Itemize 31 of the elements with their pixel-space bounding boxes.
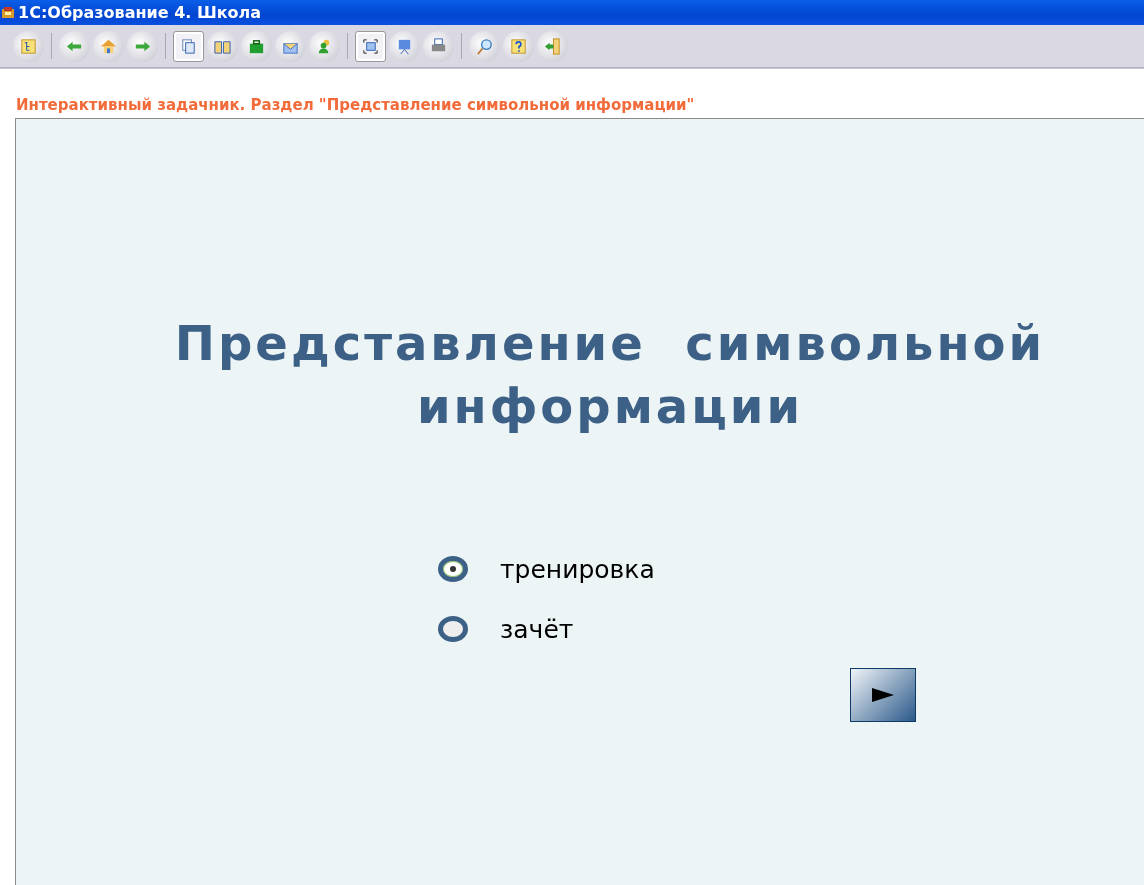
mode-label: тренировка: [500, 554, 655, 584]
search-icon: [475, 36, 494, 56]
slide-title: Представление символьной: [174, 314, 1046, 373]
document-icon: [179, 36, 198, 56]
toolbar-button[interactable]: [241, 30, 272, 62]
radio-button[interactable]: [438, 556, 468, 582]
toolbar-button[interactable]: [389, 30, 420, 62]
toolbar-button[interactable]: [59, 30, 90, 62]
help-icon: [509, 36, 528, 56]
mode-label: зачёт: [500, 614, 574, 644]
radio-button[interactable]: [438, 616, 468, 642]
toolbar-button[interactable]: [469, 30, 500, 62]
section-heading: Интерактивный задачник. Раздел "Представление символьной информации": [16, 96, 696, 116]
toolbar-button[interactable]: [423, 30, 454, 62]
toolbar-button[interactable]: [207, 30, 238, 62]
toolbar-button[interactable]: [93, 30, 124, 62]
toolbar-button[interactable]: [275, 30, 306, 62]
toolbar-button[interactable]: [503, 30, 534, 62]
toolbar-button[interactable]: [309, 30, 340, 62]
window-title: 1С:Образование 4. Школа: [18, 3, 262, 22]
door-arrow-icon: [543, 36, 562, 56]
slide-title: информации: [416, 377, 804, 436]
toolbar-button[interactable]: [537, 30, 568, 62]
toolbar-button[interactable]: [355, 30, 386, 62]
toolbar-button[interactable]: [127, 30, 158, 62]
toolbar-button[interactable]: [173, 30, 204, 62]
app-icon: [1, 5, 15, 20]
frame-icon: [361, 36, 380, 56]
play-button[interactable]: [850, 668, 916, 722]
toolbar-button[interactable]: [13, 30, 44, 62]
play-icon: [871, 687, 895, 703]
